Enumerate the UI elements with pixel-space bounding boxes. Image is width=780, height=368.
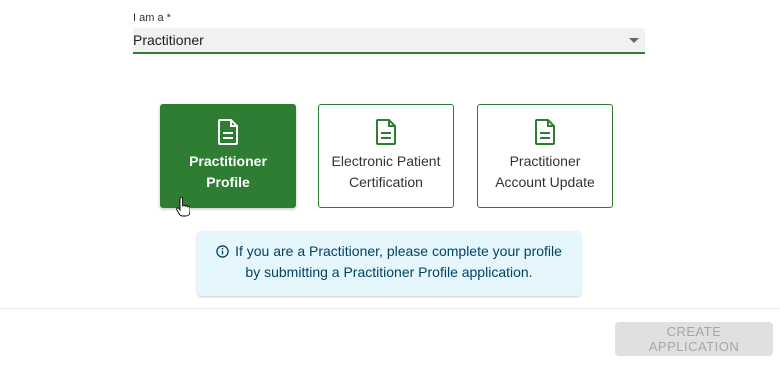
role-select[interactable]: Practitioner	[133, 28, 645, 54]
hand-pointer-cursor-icon	[176, 197, 190, 217]
role-select-field: I am a * Practitioner	[133, 12, 645, 54]
dropdown-caret-icon	[629, 38, 639, 43]
card-label: Practitioner Account Update	[495, 153, 595, 190]
document-icon	[376, 119, 396, 145]
footer-divider	[0, 308, 780, 309]
card-electronic-patient-certification[interactable]: Electronic Patient Certification	[318, 104, 454, 208]
info-icon	[216, 245, 229, 258]
role-value: Practitioner	[133, 32, 204, 48]
role-label: I am a *	[133, 12, 171, 24]
info-text-line-1: If you are a Practitioner, please comple…	[235, 243, 562, 259]
info-alert: If you are a Practitioner, please comple…	[197, 231, 581, 296]
document-icon	[218, 119, 238, 145]
create-application-button[interactable]: CREATE APPLICATION	[615, 322, 773, 356]
card-label: Practitioner Profile	[189, 153, 267, 190]
card-practitioner-profile[interactable]: Practitioner Profile	[160, 104, 296, 208]
card-label: Electronic Patient Certification	[331, 153, 441, 190]
application-page: I am a * Practitioner Practitioner Profi…	[0, 0, 780, 368]
card-practitioner-account-update[interactable]: Practitioner Account Update	[477, 104, 613, 208]
info-text-line-2: by submitting a Practitioner Profile app…	[245, 264, 533, 280]
document-icon	[535, 119, 555, 145]
info-line-1: If you are a Practitioner, please comple…	[197, 241, 581, 262]
